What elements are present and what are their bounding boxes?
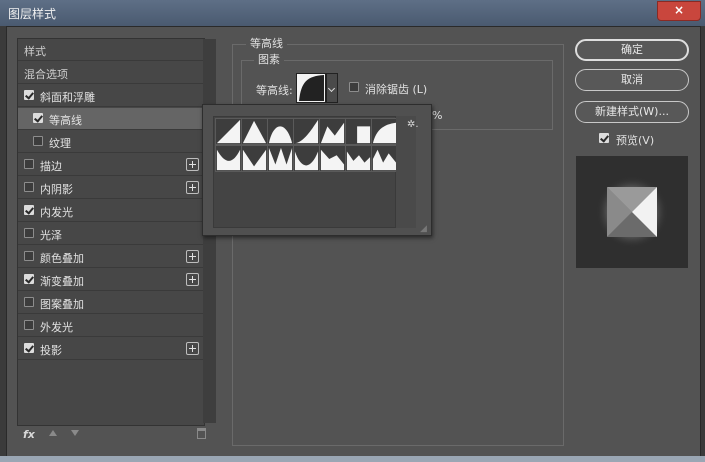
style-item[interactable]: 颜色叠加 [18, 246, 204, 268]
cancel-button[interactable]: 取消 [575, 69, 689, 91]
style-item[interactable]: 描边 [18, 154, 204, 176]
style-item-label: 内阴影 [40, 183, 73, 196]
style-item-label: 等高线 [49, 114, 82, 127]
style-item-checkbox[interactable] [24, 251, 34, 261]
desktop-strip [0, 456, 705, 462]
trash-icon[interactable] [197, 428, 206, 439]
style-item-label: 描边 [40, 160, 62, 173]
contour-dropdown-button[interactable] [326, 73, 338, 103]
contour-preset-swatch[interactable] [293, 145, 320, 172]
style-item-checkbox[interactable] [33, 136, 43, 146]
move-down-icon[interactable] [71, 430, 79, 436]
anti-alias-label: 消除锯齿 (L) [365, 83, 428, 96]
style-item-checkbox[interactable] [24, 90, 34, 100]
elements-group-title: 图素 [254, 51, 284, 67]
style-item[interactable]: 外发光 [18, 315, 204, 337]
style-item[interactable]: 内发光 [18, 200, 204, 222]
style-item-label: 颜色叠加 [40, 252, 84, 265]
add-effect-icon[interactable] [186, 342, 199, 355]
contour-preset-swatch[interactable] [241, 145, 268, 172]
window-title: 图层样式 [8, 7, 57, 21]
preview-label: 预览(V) [616, 134, 655, 147]
contour-preset-swatch[interactable] [215, 118, 242, 145]
resize-grip-icon[interactable]: ◢ [420, 224, 427, 234]
style-item[interactable]: 投影 [18, 338, 204, 360]
style-item-label: 渐变叠加 [40, 275, 84, 288]
anti-alias-checkbox[interactable] [349, 82, 359, 92]
add-effect-icon[interactable] [186, 181, 199, 194]
style-item-checkbox[interactable] [24, 159, 34, 169]
chevron-down-icon [327, 84, 336, 93]
style-item-checkbox[interactable] [24, 205, 34, 215]
styles-footer: fx [17, 424, 217, 446]
style-item-checkbox[interactable] [24, 182, 34, 192]
close-button[interactable]: × [657, 1, 701, 21]
add-effect-icon[interactable] [186, 273, 199, 286]
style-item-checkbox[interactable] [33, 113, 43, 123]
contour-preset-swatch[interactable] [267, 145, 294, 172]
style-item-label: 斜面和浮雕 [40, 91, 95, 104]
fx-button[interactable]: fx [23, 428, 35, 441]
blending-options-item[interactable]: 混合选项 [18, 62, 204, 84]
close-icon[interactable]: × [674, 3, 684, 17]
style-item-checkbox[interactable] [24, 320, 34, 330]
style-item-label: 纹理 [49, 137, 71, 150]
contour-presets-grid [213, 116, 398, 228]
style-item-checkbox[interactable] [24, 297, 34, 307]
style-item[interactable]: 纹理 [18, 131, 204, 153]
style-item[interactable]: 斜面和浮雕 [18, 85, 204, 107]
new-style-button[interactable]: 新建样式(W)... [575, 101, 689, 123]
contour-preset-swatch[interactable] [371, 145, 398, 172]
contour-preset-swatch[interactable] [215, 145, 242, 172]
styles-header-label: 样式 [24, 45, 46, 58]
contour-preset-swatch[interactable] [293, 118, 320, 145]
style-item[interactable]: 内阴影 [18, 177, 204, 199]
move-up-icon[interactable] [49, 430, 57, 436]
contour-preset-swatch[interactable] [345, 145, 372, 172]
style-item-checkbox[interactable] [24, 228, 34, 238]
contour-label: 等高线: [256, 84, 293, 97]
add-effect-icon[interactable] [186, 158, 199, 171]
contour-preset-swatch[interactable] [319, 145, 346, 172]
style-item-checkbox[interactable] [24, 274, 34, 284]
contour-curve-icon [299, 75, 324, 101]
style-item-label: 图案叠加 [40, 298, 84, 311]
style-item[interactable]: 图案叠加 [18, 292, 204, 314]
gear-icon[interactable]: ✲. [407, 119, 419, 130]
style-item-label: 光泽 [40, 229, 62, 242]
styles-header[interactable]: 样式 [18, 39, 204, 61]
preview-shape [596, 176, 668, 248]
style-preview [576, 156, 688, 268]
contour-group-title: 等高线 [246, 35, 287, 51]
range-unit: % [432, 109, 443, 122]
style-item-label: 内发光 [40, 206, 73, 219]
style-item-label: 投影 [40, 344, 62, 357]
contour-picker-scrollbar[interactable] [396, 116, 416, 228]
add-effect-icon[interactable] [186, 250, 199, 263]
contour-preset-swatch[interactable] [371, 118, 398, 145]
preview-checkbox[interactable] [599, 133, 609, 143]
contour-preset-swatch[interactable] [319, 118, 346, 145]
style-item[interactable]: 渐变叠加 [18, 269, 204, 291]
style-item[interactable]: 光泽 [18, 223, 204, 245]
title-bar: 图层样式 × [0, 0, 705, 26]
style-item-label: 外发光 [40, 321, 73, 334]
blending-options-label: 混合选项 [24, 68, 68, 81]
style-item-checkbox[interactable] [24, 343, 34, 353]
contour-preset-swatch[interactable] [345, 118, 372, 145]
contour-preset-swatch[interactable] [267, 118, 294, 145]
style-item[interactable]: 等高线 [18, 108, 204, 130]
ok-button[interactable]: 确定 [575, 39, 689, 61]
contour-preset-swatch[interactable] [241, 118, 268, 145]
contour-thumbnail[interactable] [296, 73, 326, 103]
styles-list: 样式 混合选项 斜面和浮雕等高线纹理描边内阴影内发光光泽颜色叠加渐变叠加图案叠加… [17, 38, 205, 426]
